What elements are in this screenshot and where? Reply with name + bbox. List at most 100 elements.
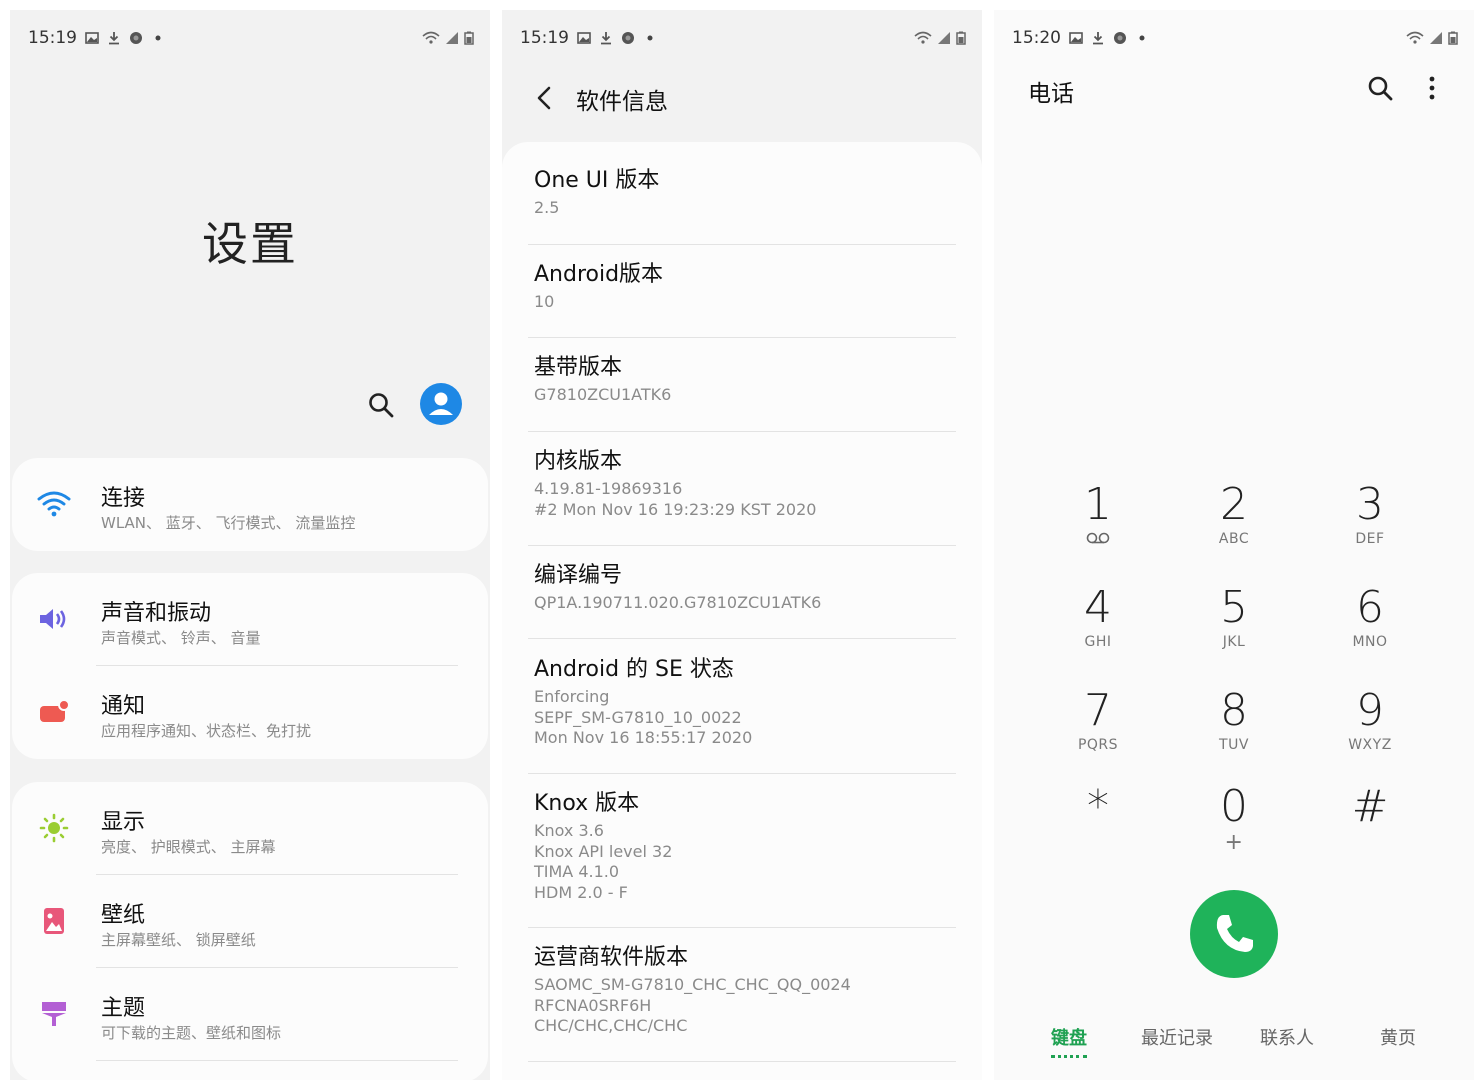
info-item-one-ui[interactable]: One UI 版本 2.5 bbox=[528, 162, 956, 245]
status-time: 15:19 bbox=[520, 28, 569, 48]
battery-icon bbox=[464, 31, 474, 45]
dial-key-5[interactable]: 5 JKL bbox=[1184, 583, 1284, 673]
dial-key-hash[interactable]: # bbox=[1320, 782, 1420, 872]
app-notification-icon bbox=[1114, 32, 1126, 44]
info-value-line: 4.19.81-19869316 bbox=[534, 479, 683, 498]
tab-recents[interactable]: 最近记录 bbox=[1141, 1024, 1213, 1050]
info-value-line: HDM 2.0 - F bbox=[534, 882, 628, 902]
info-item-kernel[interactable]: 内核版本 4.19.81-19869316 #2 Mon Nov 16 19:2… bbox=[528, 443, 956, 546]
info-item-value: Enforcing SEPF_SM-G7810_10_0022 Mon Nov … bbox=[534, 687, 956, 749]
info-item-title: 内核版本 bbox=[534, 449, 623, 474]
download-icon bbox=[1093, 32, 1103, 45]
software-info-screen: 15:19 软件信息 One UI 版本 2.5 Android版本 10 基带… bbox=[502, 10, 982, 1080]
settings-item-themes[interactable]: 主题 可下载的主题、壁纸和图标 bbox=[12, 968, 488, 1061]
wifi-signal-icon bbox=[914, 31, 932, 44]
dial-key-letters: PQRS bbox=[1077, 737, 1119, 753]
info-item-se-status[interactable]: Android 的 SE 状态 Enforcing SEPF_SM-G7810_… bbox=[528, 651, 956, 774]
cell-signal-icon bbox=[446, 32, 458, 44]
settings-item-notifications[interactable]: 通知 应用程序通知、状态栏、免打扰 bbox=[12, 666, 488, 759]
search-icon[interactable] bbox=[366, 390, 396, 420]
call-button[interactable] bbox=[1190, 890, 1278, 978]
cell-signal-icon bbox=[1430, 32, 1442, 44]
divider bbox=[528, 337, 956, 338]
dial-key-number: 9 bbox=[1356, 685, 1384, 736]
phone-dialer-screen: 15:20 电话 1 2 ABC 3 DEF 4 GHI 5 JKL 6 MNO… bbox=[994, 10, 1474, 1080]
dial-key-letters: WXYZ bbox=[1348, 737, 1392, 753]
settings-item-sound[interactable]: 声音和振动 声音模式、 铃声、 音量 bbox=[12, 573, 488, 666]
divider bbox=[96, 1060, 458, 1061]
battery-icon bbox=[1448, 31, 1458, 45]
volume-icon bbox=[40, 609, 66, 629]
dial-key-9[interactable]: 9 WXYZ bbox=[1320, 686, 1420, 776]
info-item-carrier-software[interactable]: 运营商软件版本 SAOMC_SM-G7810_CHC_CHC_QQ_0024 R… bbox=[528, 939, 956, 1062]
tab-keypad[interactable]: 键盘 bbox=[1051, 1024, 1087, 1058]
account-avatar[interactable] bbox=[420, 383, 462, 425]
info-value-line: SAOMC_SM-G7810_CHC_CHC_QQ_0024 bbox=[534, 975, 851, 994]
dial-key-number: 2 bbox=[1220, 479, 1248, 530]
divider bbox=[528, 927, 956, 928]
dial-key-star[interactable]: * bbox=[1048, 782, 1148, 872]
settings-item-subtitle: 应用程序通知、状态栏、免打扰 bbox=[101, 722, 312, 740]
info-item-value: SAOMC_SM-G7810_CHC_CHC_QQ_0024 RFCNA0SRF… bbox=[534, 975, 956, 1037]
info-item-baseband[interactable]: 基带版本 G7810ZCU1ATK6 bbox=[528, 349, 956, 432]
search-icon[interactable] bbox=[1366, 74, 1394, 102]
info-item-build-number[interactable]: 编译编号 QP1A.190711.020.G7810ZCU1ATK6 bbox=[528, 557, 956, 639]
dial-key-number: 3 bbox=[1356, 479, 1384, 530]
settings-item-title: 连接 bbox=[101, 486, 146, 511]
dial-key-0[interactable]: 0 + bbox=[1184, 782, 1284, 872]
settings-item-connections[interactable]: 连接 WLAN、 蓝牙、 飞行模式、 流量监控 bbox=[12, 458, 488, 551]
settings-item-wallpaper[interactable]: 壁纸 主屏幕壁纸、 锁屏壁纸 bbox=[12, 875, 488, 968]
dial-key-number: 5 bbox=[1220, 582, 1248, 633]
person-icon bbox=[429, 392, 453, 415]
divider bbox=[528, 545, 956, 546]
software-info-list: One UI 版本 2.5 Android版本 10 基带版本 G7810ZCU… bbox=[502, 142, 982, 1080]
settings-item-title: 主题 bbox=[101, 996, 146, 1021]
settings-item-title: 声音和振动 bbox=[101, 601, 212, 626]
info-item-value: 2.5 bbox=[534, 198, 560, 217]
status-bar: 15:19 bbox=[28, 26, 474, 50]
settings-item-subtitle: 可下载的主题、壁纸和图标 bbox=[101, 1024, 282, 1042]
divider bbox=[528, 244, 956, 245]
info-item-title: 编译编号 bbox=[534, 563, 623, 588]
dial-key-letters: ABC bbox=[1218, 531, 1250, 547]
settings-item-title: 通知 bbox=[101, 694, 146, 719]
info-item-value: 4.19.81-19869316 #2 Mon Nov 16 19:23:29 … bbox=[534, 479, 956, 520]
info-value-line: CHC/CHC,CHC/CHC bbox=[534, 1016, 688, 1035]
tab-yellow-pages[interactable]: 黄页 bbox=[1380, 1024, 1416, 1050]
dial-key-letters: DEF bbox=[1355, 531, 1385, 547]
status-bar: 15:20 bbox=[1012, 26, 1458, 50]
status-time: 15:20 bbox=[1012, 28, 1061, 48]
divider bbox=[528, 431, 956, 432]
dial-key-letters: MNO bbox=[1352, 634, 1388, 650]
info-value-line: #2 Mon Nov 16 19:23:29 KST 2020 bbox=[534, 499, 817, 519]
info-item-value: 10 bbox=[534, 292, 555, 311]
app-notification-icon bbox=[130, 32, 142, 44]
settings-item-display[interactable]: 显示 亮度、 护眼模式、 主屏幕 bbox=[12, 782, 488, 875]
wallpaper-icon bbox=[44, 908, 64, 934]
info-item-knox[interactable]: Knox 版本 Knox 3.6 Knox API level 32 TIMA … bbox=[528, 785, 956, 928]
dial-key-7[interactable]: 7 PQRS bbox=[1048, 686, 1148, 776]
more-options-icon[interactable] bbox=[1418, 74, 1446, 102]
dial-key-number: # bbox=[1351, 781, 1389, 832]
info-item-value: G7810ZCU1ATK6 bbox=[534, 385, 672, 404]
app-notification-icon bbox=[622, 32, 634, 44]
tab-contacts[interactable]: 联系人 bbox=[1260, 1024, 1314, 1050]
back-arrow-icon[interactable] bbox=[532, 84, 556, 112]
dial-key-2[interactable]: 2 ABC bbox=[1184, 480, 1284, 570]
notification-icon bbox=[40, 699, 70, 722]
dial-key-1[interactable]: 1 bbox=[1048, 480, 1148, 570]
dial-key-8[interactable]: 8 TUV bbox=[1184, 686, 1284, 776]
info-item-android-version[interactable]: Android版本 10 bbox=[528, 256, 956, 338]
dial-key-letters: GHI bbox=[1084, 634, 1112, 650]
battery-icon bbox=[956, 31, 966, 45]
dial-key-number: 7 bbox=[1084, 685, 1112, 736]
divider bbox=[528, 1061, 956, 1062]
dial-key-number: 1 bbox=[1084, 479, 1112, 530]
dial-key-3[interactable]: 3 DEF bbox=[1320, 480, 1420, 570]
dial-key-6[interactable]: 6 MNO bbox=[1320, 583, 1420, 673]
settings-item-title: 壁纸 bbox=[101, 903, 146, 928]
download-icon bbox=[109, 32, 119, 45]
dial-key-4[interactable]: 4 GHI bbox=[1048, 583, 1148, 673]
settings-item-subtitle: WLAN、 蓝牙、 飞行模式、 流量监控 bbox=[101, 514, 356, 532]
cell-signal-icon bbox=[938, 32, 950, 44]
